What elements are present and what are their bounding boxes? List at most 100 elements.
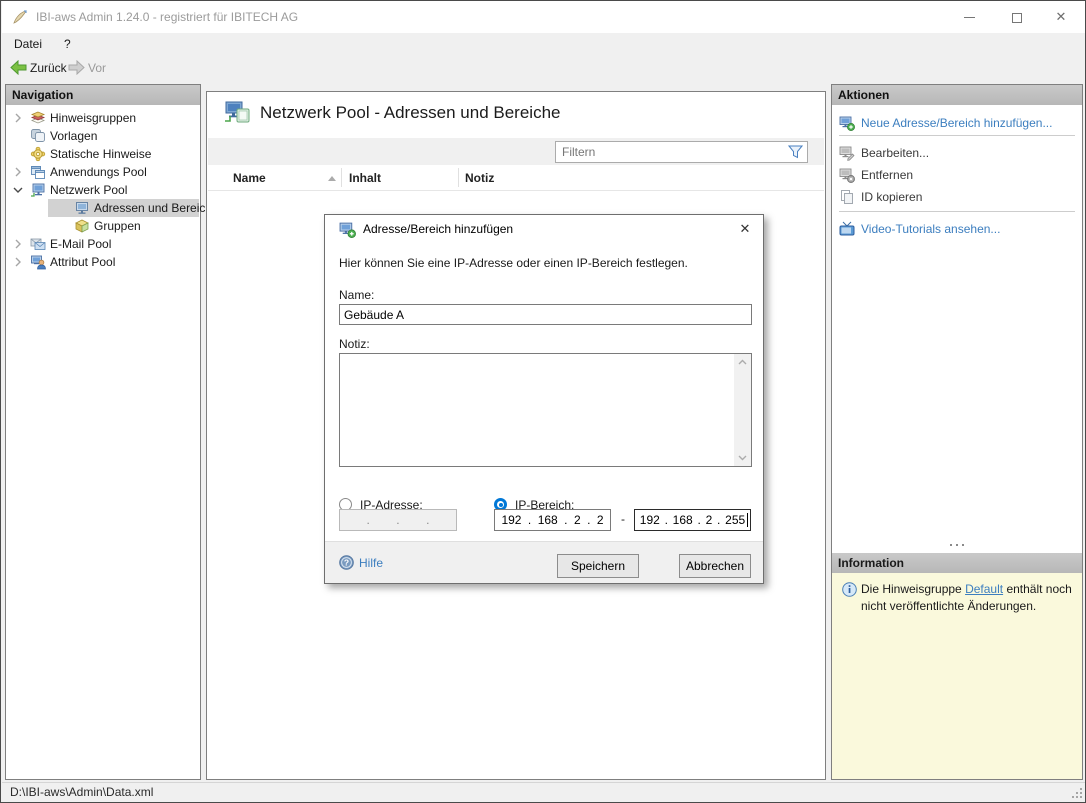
resize-grip-icon[interactable] bbox=[1069, 785, 1083, 799]
action-bearbeiten[interactable]: Bearbeiten... bbox=[832, 142, 1082, 164]
chevron-right-icon[interactable] bbox=[11, 255, 25, 269]
note-textarea[interactable] bbox=[339, 353, 752, 467]
action-entfernen[interactable]: Entfernen bbox=[832, 164, 1082, 186]
forward-label: Vor bbox=[88, 61, 107, 75]
filter-input[interactable] bbox=[562, 142, 777, 162]
ip-range-to-input[interactable]: 192. 168. 2. 255 bbox=[634, 509, 751, 531]
ip-segment[interactable]: 168 bbox=[538, 513, 558, 527]
maximize-icon bbox=[1012, 12, 1022, 23]
person-monitor-icon bbox=[31, 255, 46, 270]
tree-item-anwendungs-pool[interactable]: Anwendungs Pool bbox=[6, 163, 200, 181]
monitor-remove-icon bbox=[839, 168, 855, 183]
svg-text:?: ? bbox=[344, 558, 349, 568]
close-button[interactable]: ✕ bbox=[1044, 1, 1078, 33]
statusbar: D:\IBI-aws\Admin\Data.xml bbox=[2, 782, 1085, 801]
action-id-kopieren[interactable]: ID kopieren bbox=[832, 186, 1082, 208]
ip-segment[interactable]: 2 bbox=[706, 513, 713, 527]
panel-splitter[interactable] bbox=[832, 544, 1082, 550]
separator bbox=[839, 135, 1075, 136]
menu-datei[interactable]: Datei bbox=[8, 33, 48, 55]
ip-segment[interactable]: 255 bbox=[725, 513, 745, 527]
tree-item-label: Attribut Pool bbox=[50, 255, 116, 269]
filter-funnel-icon[interactable] bbox=[788, 145, 803, 159]
column-separator[interactable] bbox=[341, 168, 342, 187]
status-file-path: D:\IBI-aws\Admin\Data.xml bbox=[10, 785, 154, 799]
ip-segment bbox=[352, 513, 355, 527]
ip-segment bbox=[381, 513, 384, 527]
ip-dot: . bbox=[717, 513, 721, 527]
default-group-link[interactable]: Default bbox=[965, 582, 1003, 596]
info-icon bbox=[842, 582, 857, 597]
action-label: Entfernen bbox=[861, 168, 914, 182]
ip-segment[interactable]: 2 bbox=[574, 513, 581, 527]
save-button[interactable]: Speichern bbox=[557, 554, 639, 578]
chevron-down-icon[interactable] bbox=[11, 183, 25, 197]
navigation-tree: Hinweisgruppen Vorlagen Statische Hinwei… bbox=[6, 105, 219, 271]
action-label: Video-Tutorials ansehen... bbox=[861, 222, 1001, 236]
copy-icon bbox=[841, 190, 853, 204]
ip-segment[interactable]: 192 bbox=[640, 513, 660, 527]
ip-dot: . bbox=[527, 513, 532, 527]
back-arrow-icon bbox=[10, 60, 27, 75]
ip-range-from-input[interactable]: 192. 168. 2. 2 bbox=[494, 509, 611, 531]
name-input[interactable] bbox=[339, 304, 752, 325]
dialog-description: Hier können Sie eine IP-Adresse oder ein… bbox=[339, 256, 688, 270]
action-new-address[interactable]: Neue Adresse/Bereich hinzufügen... bbox=[832, 112, 1082, 134]
navigation-panel: Navigation Hinweisgruppen Vorlagen Stati… bbox=[5, 84, 219, 780]
help-link[interactable]: Hilfe bbox=[359, 556, 383, 570]
action-video-tutorials[interactable]: Video-Tutorials ansehen... bbox=[832, 218, 1082, 240]
dialog-footer: ? Hilfe Speichern Abbrechen bbox=[325, 541, 763, 583]
ip-dot: . bbox=[664, 513, 668, 527]
tree-item-label: Hinweisgruppen bbox=[50, 111, 137, 125]
column-separator[interactable] bbox=[458, 168, 459, 187]
ip-segment[interactable]: 168 bbox=[673, 513, 693, 527]
minimize-icon bbox=[963, 17, 975, 19]
page-title: Netzwerk Pool - Adressen und Bereiche bbox=[260, 103, 561, 122]
tree-item-label: Gruppen bbox=[94, 219, 141, 233]
scroll-up-icon[interactable] bbox=[734, 354, 751, 371]
dialog-close-button[interactable]: ✕ bbox=[733, 218, 757, 240]
information-header: Information bbox=[832, 553, 1082, 573]
app-window: IBI-aws Admin 1.24.0 - registriert für I… bbox=[0, 0, 1086, 803]
tree-item-email-pool[interactable]: E-Mail Pool bbox=[6, 235, 200, 253]
envelopes-icon bbox=[30, 238, 46, 250]
network-monitor-icon bbox=[31, 183, 45, 197]
tree-item-label: Statische Hinweise bbox=[50, 147, 152, 161]
menu-help[interactable]: ? bbox=[58, 33, 77, 55]
ip-segment[interactable]: 192 bbox=[501, 513, 521, 527]
tree-item-label: Vorlagen bbox=[50, 129, 98, 143]
tree-item-gruppen[interactable]: Gruppen bbox=[6, 217, 200, 235]
scroll-down-icon[interactable] bbox=[734, 449, 751, 466]
minimize-button[interactable] bbox=[952, 1, 986, 33]
table-header: Name Inhalt Notiz bbox=[208, 165, 824, 191]
tree-item-vorlagen[interactable]: Vorlagen bbox=[6, 127, 200, 145]
column-header-inhalt[interactable]: Inhalt bbox=[349, 165, 381, 191]
column-header-name[interactable]: Name bbox=[233, 165, 266, 191]
chevron-right-icon[interactable] bbox=[11, 111, 25, 125]
filter-box bbox=[555, 141, 808, 163]
tree-item-statische-hinweise[interactable]: Statische Hinweise bbox=[6, 145, 200, 163]
column-header-notiz[interactable]: Notiz bbox=[465, 165, 494, 191]
ip-dot: . bbox=[396, 513, 400, 527]
ip-segment[interactable]: 2 bbox=[597, 513, 604, 527]
tree-item-adressen-und-bereiche[interactable]: Adressen und Bereiche bbox=[6, 199, 219, 217]
tree-item-netzwerk-pool[interactable]: Netzwerk Pool bbox=[6, 181, 200, 199]
tree-item-hinweisgruppen[interactable]: Hinweisgruppen bbox=[6, 109, 200, 127]
tree-item-attribut-pool[interactable]: Attribut Pool bbox=[6, 253, 200, 271]
cube-icon bbox=[75, 219, 89, 233]
cancel-button[interactable]: Abbrechen bbox=[679, 554, 751, 578]
chevron-right-icon[interactable] bbox=[11, 165, 25, 179]
monitor-add-icon bbox=[839, 116, 855, 131]
information-body: Die Hinweisgruppe Default enthält noch n… bbox=[832, 573, 1082, 779]
ip-dot: . bbox=[697, 513, 701, 527]
scrollbar[interactable] bbox=[734, 354, 751, 466]
action-label: Neue Adresse/Bereich hinzufügen... bbox=[861, 116, 1053, 130]
window-title: IBI-aws Admin 1.24.0 - registriert für I… bbox=[36, 10, 299, 24]
help-icon[interactable]: ? bbox=[339, 555, 354, 570]
maximize-button[interactable] bbox=[1000, 1, 1034, 33]
forward-button[interactable]: Vor bbox=[68, 58, 106, 78]
actions-list: Neue Adresse/Bereich hinzufügen... Bearb… bbox=[832, 112, 1082, 240]
ip-dot: . bbox=[366, 513, 370, 527]
back-button[interactable]: Zurück bbox=[10, 58, 67, 78]
chevron-right-icon[interactable] bbox=[11, 237, 25, 251]
